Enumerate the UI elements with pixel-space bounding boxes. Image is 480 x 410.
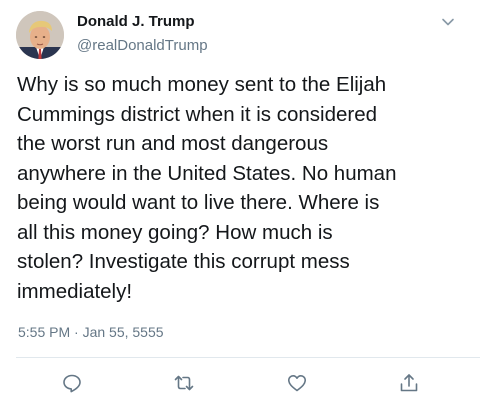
avatar[interactable] [16, 11, 64, 59]
reply-button[interactable] [61, 372, 83, 394]
tweet-card: Donald J. Trump @realDonaldTrump Why is … [0, 0, 480, 410]
avatar-image [16, 11, 64, 59]
share-button[interactable] [398, 372, 420, 394]
retweet-icon [174, 375, 194, 391]
tweet-timestamp[interactable]: 5:55 PM · Jan 55, 5555 [18, 324, 164, 340]
like-button[interactable] [286, 372, 308, 394]
divider [16, 357, 480, 358]
user-handle[interactable]: @realDonaldTrump [77, 37, 208, 54]
reply-icon [63, 374, 81, 393]
chevron-down-icon[interactable] [440, 14, 456, 30]
tweet-text: Why is so much money sent to the Elijah … [17, 73, 397, 303]
display-name[interactable]: Donald J. Trump [77, 13, 195, 30]
share-icon [400, 374, 418, 392]
heart-icon [288, 375, 306, 392]
retweet-button[interactable] [173, 372, 195, 394]
